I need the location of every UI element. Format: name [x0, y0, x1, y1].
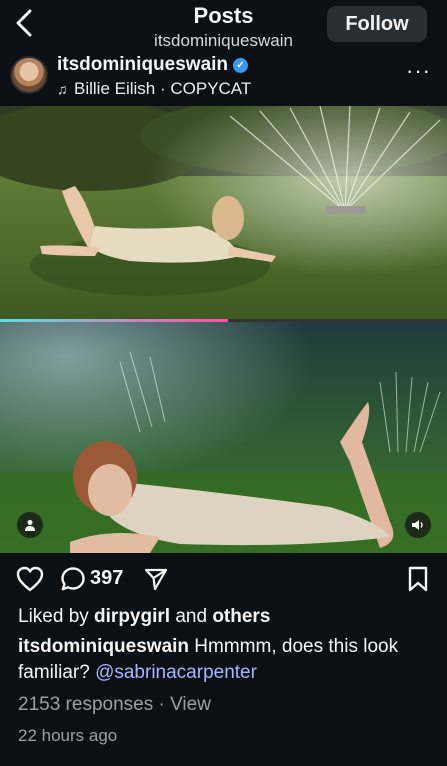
post-actions: 397	[0, 560, 447, 600]
sound-toggle-button[interactable]	[405, 512, 431, 538]
caption-username[interactable]: itsdominiqueswain	[18, 636, 189, 657]
likes-prefix: Liked by	[18, 606, 95, 627]
photo-lawn-sprinkler-top	[0, 106, 447, 319]
tagged-people-button[interactable]	[17, 512, 43, 538]
paper-plane-icon[interactable]	[144, 567, 168, 591]
top-bar: Posts itsdominiqueswain Follow	[0, 0, 447, 50]
verified-badge-icon: ✓	[233, 58, 249, 73]
audio-track-link[interactable]: ♫ Billie Eilish · COPYCAT	[57, 79, 251, 99]
photo-lawn-sprinkler-bottom	[0, 322, 447, 553]
bookmark-icon[interactable]	[407, 566, 429, 592]
music-note-icon: ♫	[57, 81, 68, 97]
caption-mention[interactable]: @sabrinacarpenter	[95, 662, 257, 683]
liked-by-others[interactable]: others	[212, 606, 270, 627]
person-icon	[25, 520, 35, 531]
avatar[interactable]	[10, 56, 48, 94]
likes-middle: and	[170, 606, 213, 627]
post-header: itsdominiqueswain ✓ ♫ Billie Eilish · COPY…	[0, 52, 447, 104]
post-username-text[interactable]: itsdominiqueswain	[57, 54, 228, 75]
post-caption: itsdominiqueswain Hmmmm, does this look …	[18, 634, 438, 686]
more-dots-icon[interactable]: ···	[406, 60, 431, 82]
post-media[interactable]	[0, 106, 447, 553]
follow-button[interactable]: Follow	[327, 6, 427, 42]
speaker-icon	[412, 520, 423, 530]
post-timestamp: 22 hours ago	[18, 726, 118, 745]
comment-count[interactable]: 397	[90, 567, 123, 590]
liked-by-user[interactable]: dirpygirl	[94, 606, 170, 627]
audio-track-label[interactable]: Billie Eilish · COPYCAT	[74, 79, 251, 98]
heart-icon[interactable]	[16, 566, 44, 592]
responses-link[interactable]: 2153 responses · View	[18, 694, 211, 716]
likes-summary[interactable]: Liked by dirpygirl and others	[18, 606, 270, 628]
post-username[interactable]: itsdominiqueswain ✓	[57, 54, 249, 76]
comment-bubble-icon[interactable]	[60, 566, 86, 592]
